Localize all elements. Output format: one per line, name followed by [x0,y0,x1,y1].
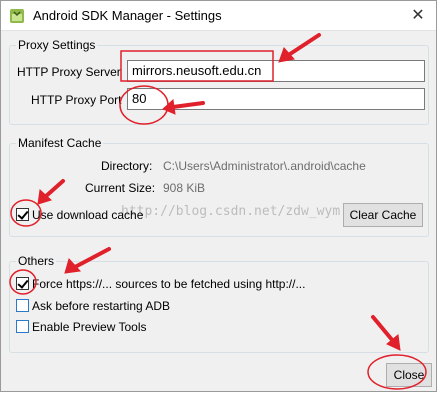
close-button[interactable]: Close [386,363,432,387]
clear-cache-button[interactable]: Clear Cache [343,203,423,227]
force-http-label[interactable]: Force https://... sources to be fetched … [32,277,305,291]
title-bar: Android SDK Manager - Settings ✕ [1,1,436,31]
cache-directory-label: Directory: [101,159,153,173]
enable-preview-tools-checkbox[interactable] [16,320,29,333]
settings-window: Android SDK Manager - Settings ✕ Proxy S… [0,0,437,392]
others-label: Others [16,254,57,268]
cache-size-label: Current Size: [85,181,156,195]
http-proxy-server-input[interactable]: mirrors.neusoft.edu.cn [127,60,425,82]
cache-size-value: 908 KiB [163,181,206,195]
force-http-checkbox[interactable] [16,277,29,290]
ask-restart-adb-label[interactable]: Ask before restarting ADB [32,299,170,313]
http-proxy-server-label: HTTP Proxy Server [17,65,121,79]
ask-restart-adb-checkbox[interactable] [16,299,29,312]
android-app-icon [10,9,24,23]
proxy-settings-group: Proxy Settings [9,38,429,125]
window-title: Android SDK Manager - Settings [33,8,222,23]
proxy-settings-label: Proxy Settings [16,38,98,52]
cache-directory-value: C:\Users\Administrator\.android\cache [163,159,366,173]
http-proxy-port-input[interactable]: 80 [127,88,425,110]
watermark-text: http://blog.csdn.net/zdw_wym [121,204,341,219]
use-download-cache-checkbox[interactable] [16,208,29,221]
window-close-icon[interactable]: ✕ [402,1,434,30]
enable-preview-tools-label[interactable]: Enable Preview Tools [32,320,147,334]
manifest-cache-label: Manifest Cache [16,136,104,150]
http-proxy-port-label: HTTP Proxy Port [31,93,122,107]
